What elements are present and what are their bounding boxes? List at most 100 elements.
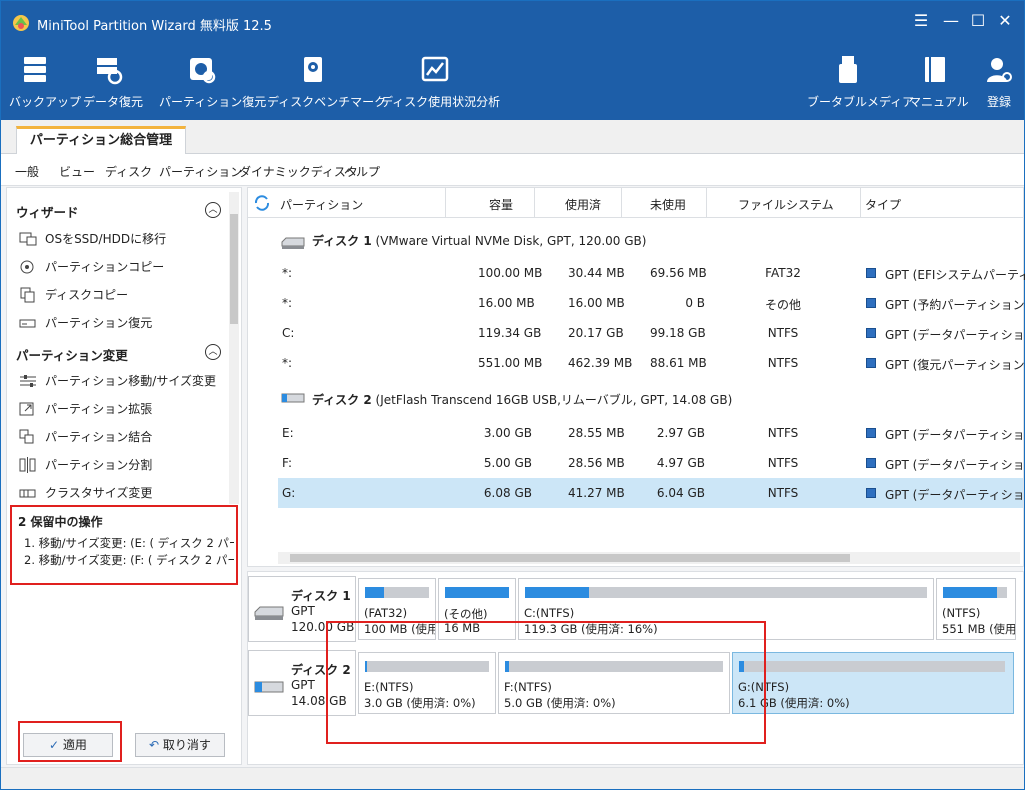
partition-recovery-icon — [190, 58, 216, 84]
diskmap-partition-selected[interactable]: G:(NTFS) 6.1 GB (使用済: 0%) — [732, 652, 1014, 714]
menu-help[interactable]: ヘルプ — [344, 163, 380, 180]
toolbar-label: ディスク使用状況分析 — [381, 95, 501, 109]
backup-icon — [24, 57, 46, 82]
sidebar-item-split[interactable]: パーティション分割 — [19, 456, 224, 476]
table-row[interactable]: F: 5.00 GB 28.56 MB 4.97 GB NTFS GPT (デー… — [278, 448, 1025, 478]
minimize-button[interactable]: — — [941, 11, 961, 31]
toolbar-register-button[interactable]: 登録 — [981, 55, 1017, 113]
menu-view[interactable]: ビュー — [59, 163, 95, 180]
disk-style: GPT — [291, 678, 315, 692]
pending-op-item[interactable]: 1. 移動/サイズ変更: (E: ( ディスク 2 パー... — [24, 535, 234, 551]
menu-partition[interactable]: パーティション — [159, 163, 242, 180]
sidebar-item-label: パーティション拡張 — [45, 402, 153, 416]
sidebar-item-migrate-os[interactable]: OSをSSD/HDDに移行 — [19, 230, 224, 250]
menu-general[interactable]: 一般 — [15, 163, 39, 180]
diskmap-partition[interactable]: (その他) 16 MB — [438, 578, 516, 640]
sidebar-item-partition-copy[interactable]: パーティションコピー — [19, 258, 224, 278]
diskmap-partition[interactable]: (NTFS) 551 MB (使用 — [936, 578, 1016, 640]
window-title: MiniTool Partition Wizard 無料版 12.5 — [37, 19, 272, 34]
disk-map: ディスク 1 GPT 120.00 GB (FAT32) 100 MB (使用 (… — [247, 571, 1024, 765]
change-section-title: パーティション変更 — [16, 348, 128, 363]
disk2-header-row[interactable]: ディスク 2 (JetFlash Transcend 16GB USB,リムーバ… — [312, 391, 732, 421]
diskmap-disk1-label[interactable]: ディスク 1 GPT 120.00 GB — [248, 576, 356, 642]
col-partition[interactable]: パーティション — [280, 196, 363, 213]
toolbar-space-analyzer-button[interactable]: ディスク使用状況分析 — [381, 55, 501, 113]
table-row[interactable]: *: 551.00 MB 462.39 MB 88.61 MB NTFS GPT… — [278, 348, 1025, 378]
table-row[interactable]: C: 119.34 GB 20.17 GB 99.18 GB NTFS GPT … — [278, 318, 1025, 348]
tab-partition-management[interactable]: パーティション総合管理 — [16, 126, 186, 155]
title-bar: MiniTool Partition Wizard 無料版 12.5 ☰ — ☐… — [1, 1, 1024, 43]
diskmap-partition[interactable]: C:(NTFS) 119.3 GB (使用済: 16%) — [518, 578, 934, 640]
sidebar-item-merge[interactable]: パーティション結合 — [19, 428, 224, 448]
migrate-os-icon — [19, 232, 37, 245]
col-used[interactable]: 使用済 — [565, 196, 601, 213]
menu-dynamic-disk[interactable]: ダイナミックディスク — [239, 163, 358, 180]
sidebar-item-cluster-size[interactable]: クラスタサイズ変更 — [19, 484, 224, 504]
diskmap-partition[interactable]: F:(NTFS) 5.0 GB (使用済: 0%) — [498, 652, 730, 714]
undo-button[interactable]: ↶ 取り消す — [135, 733, 225, 757]
scrollbar-thumb[interactable] — [230, 214, 238, 324]
col-capacity[interactable]: 容量 — [489, 196, 513, 213]
toolbar-bootable-media-button[interactable]: ブータブルメディア — [807, 55, 915, 113]
menu-disk[interactable]: ディスク — [105, 163, 152, 180]
merge-icon — [19, 429, 34, 443]
disk-style: GPT — [291, 604, 315, 618]
header: MiniTool Partition Wizard 無料版 12.5 ☰ — ☐… — [1, 1, 1024, 120]
collapse-wizard-icon[interactable]: ︿ — [205, 202, 221, 218]
toolbar-label: パーティション復元 — [159, 95, 267, 109]
col-type[interactable]: タイプ — [865, 196, 901, 213]
collapse-change-icon[interactable]: ︿ — [205, 344, 221, 360]
toolbar-manual-button[interactable]: マニュアル — [909, 55, 969, 113]
table-row[interactable]: E: 3.00 GB 28.55 MB 2.97 GB NTFS GPT (デー… — [278, 418, 1025, 448]
menu-icon[interactable]: ☰ — [911, 11, 931, 31]
sidebar-item-disk-copy[interactable]: ディスクコピー — [19, 286, 224, 306]
scrollbar-thumb[interactable] — [290, 554, 850, 562]
pending-operations: 2 保留中の操作 1. 移動/サイズ変更: (E: ( ディスク 2 パー...… — [10, 505, 238, 585]
app-window: MiniTool Partition Wizard 無料版 12.5 ☰ — ☐… — [0, 0, 1025, 790]
undo-icon: ↶ — [149, 738, 163, 752]
sidebar-item-label: パーティション復元 — [45, 316, 153, 330]
app-logo-icon — [13, 15, 29, 31]
toolbar-disk-benchmark-button[interactable]: ディスクベンチマーク — [267, 55, 387, 113]
sidebar-item-partition-recovery[interactable]: パーティション復元 — [19, 314, 224, 334]
status-bar — [1, 767, 1024, 789]
sidebar-scrollbar[interactable] — [229, 192, 239, 504]
usb-disk-icon — [254, 681, 284, 693]
diskmap-partition[interactable]: E:(NTFS) 3.0 GB (使用済: 0%) — [358, 652, 496, 714]
disk-copy-icon — [20, 287, 35, 302]
sidebar-item-label: パーティション移動/サイズ変更 — [45, 374, 216, 388]
toolbar-label: 登録 — [986, 95, 1011, 109]
disk2-desc: (JetFlash Transcend 16GB USB,リムーバブル, GPT… — [371, 393, 733, 407]
disk2-name: ディスク 2 — [312, 393, 372, 407]
table-hscrollbar[interactable] — [278, 552, 1020, 564]
refresh-icon[interactable] — [253, 194, 271, 212]
toolbar-backup-button[interactable]: バックアップ — [9, 55, 81, 113]
col-free[interactable]: 未使用 — [650, 196, 686, 213]
close-button[interactable]: ✕ — [995, 11, 1015, 31]
maximize-button[interactable]: ☐ — [968, 11, 988, 31]
sidebar-item-label: パーティション結合 — [45, 430, 153, 444]
toolbar-label: ディスクベンチマーク — [267, 95, 387, 109]
sidebar-item-extend[interactable]: パーティション拡張 — [19, 400, 224, 420]
sidebar-item-move-resize[interactable]: パーティション移動/サイズ変更 — [19, 372, 224, 392]
diskmap-partition[interactable]: (FAT32) 100 MB (使用 — [358, 578, 436, 640]
disk1-desc: (VMware Virtual NVMe Disk, GPT, 120.00 G… — [371, 234, 647, 248]
pending-op-item[interactable]: 2. 移動/サイズ変更: (F: ( ディスク 2 パー... — [24, 552, 234, 568]
disk-name: ディスク 2 — [291, 663, 351, 677]
partition-copy-icon — [20, 260, 34, 273]
tab-bar: パーティション総合管理 — [1, 120, 1024, 155]
space-analyzer-icon — [421, 56, 449, 82]
disk-size: 14.08 GB — [291, 694, 347, 708]
toolbar-label: データ復元 — [83, 95, 144, 109]
table-row-selected[interactable]: G: 6.08 GB 41.27 MB 6.04 GB NTFS GPT (デー… — [278, 478, 1025, 508]
table-row[interactable]: *: 100.00 MB 30.44 MB 69.56 MB FAT32 GPT… — [278, 258, 1025, 288]
toolbar-data-recovery-button[interactable]: データ復元 — [83, 55, 144, 113]
extend-icon — [19, 402, 34, 415]
table-row[interactable]: *: 16.00 MB 16.00 MB 0 B その他 GPT (予約パーティ… — [278, 288, 1025, 318]
diskmap-disk2-label[interactable]: ディスク 2 GPT 14.08 GB — [248, 650, 356, 716]
toolbar-label: ブータブルメディア — [807, 95, 915, 109]
toolbar-partition-recovery-button[interactable]: パーティション復元 — [159, 55, 267, 113]
apply-button[interactable]: ✓ 適用 — [23, 733, 113, 757]
bootable-media-icon — [839, 56, 857, 83]
col-filesystem[interactable]: ファイルシステム — [738, 196, 834, 213]
